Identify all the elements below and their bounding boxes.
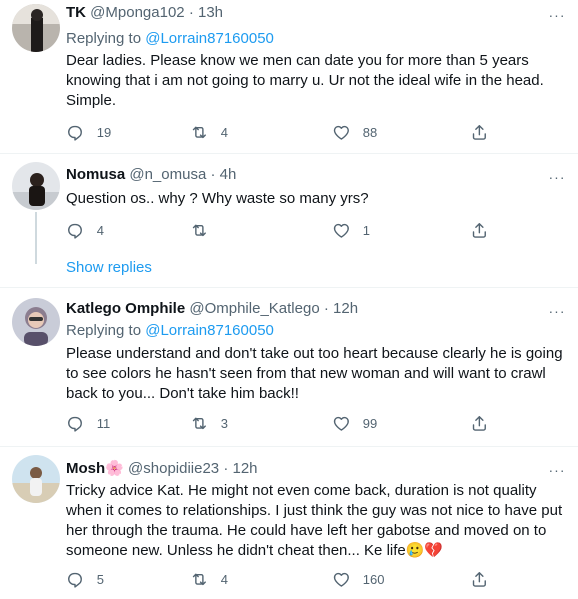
tweet-text: Dear ladies. Please know we men can date… xyxy=(66,52,544,109)
reply-button[interactable]: 11 xyxy=(66,413,110,433)
share-button[interactable] xyxy=(470,122,489,142)
like-button[interactable]: 1 xyxy=(332,220,370,240)
retweet-button[interactable] xyxy=(190,220,221,240)
share-icon xyxy=(472,415,486,431)
display-name[interactable]: Katlego Omphile xyxy=(66,300,185,317)
timestamp[interactable]: 12h xyxy=(233,460,258,477)
tweet-mosh[interactable]: Mosh🌸 @shopidiie23 · 12h ··· Tricky advi… xyxy=(0,447,578,599)
tweet-actions: 19 4 88 xyxy=(60,122,530,142)
like-button[interactable]: 160 xyxy=(332,569,384,589)
replying-to-handle[interactable]: @Lorrain87160050 xyxy=(145,30,274,47)
timestamp[interactable]: 4h xyxy=(220,166,237,183)
replying-to-label: Replying to xyxy=(66,30,142,47)
reply-icon xyxy=(68,572,82,588)
more-options-icon[interactable]: ··· xyxy=(548,8,566,28)
retweet-icon xyxy=(192,417,206,429)
tweet-text: Tricky advice Kat. He might not even com… xyxy=(66,481,566,561)
avatar[interactable] xyxy=(12,4,60,52)
thread-line xyxy=(35,212,37,264)
user-handle[interactable]: @n_omusa xyxy=(129,166,206,183)
like-button[interactable]: 88 xyxy=(332,122,377,142)
retweet-icon xyxy=(192,224,206,236)
flower-emoji: 🌸 xyxy=(105,460,124,477)
reply-icon xyxy=(68,416,82,432)
reply-button[interactable]: 4 xyxy=(66,220,104,240)
retweet-count: 4 xyxy=(220,124,228,140)
tweet-actions: 11 3 99 xyxy=(60,413,530,433)
timestamp[interactable]: 13h xyxy=(198,4,223,21)
reply-button[interactable]: 19 xyxy=(66,122,111,142)
tweet-header: Mosh🌸 @shopidiie23 · 12h xyxy=(66,459,258,477)
timestamp[interactable]: 12h xyxy=(333,300,358,317)
replying-to: Replying to @Lorrain87160050 xyxy=(66,322,274,339)
share-button[interactable] xyxy=(470,413,489,433)
user-handle[interactable]: @shopidiie23 xyxy=(128,460,219,477)
user-handle[interactable]: @Omphile_Katlego xyxy=(189,300,319,317)
user-handle[interactable]: @Mponga102 xyxy=(90,4,184,21)
avatar[interactable] xyxy=(12,455,60,503)
reply-count: 5 xyxy=(96,571,104,587)
reply-button[interactable]: 5 xyxy=(66,569,104,589)
like-count: 99 xyxy=(362,415,378,431)
more-options-icon[interactable]: ··· xyxy=(548,304,566,324)
retweet-icon xyxy=(192,126,206,138)
like-count: 1 xyxy=(362,222,370,238)
tweet-header: TK @Mponga102 · 13h xyxy=(66,4,223,21)
retweet-count: 4 xyxy=(220,571,228,587)
reply-count: 11 xyxy=(96,415,111,431)
separator-dot: · xyxy=(223,460,229,477)
retweet-button[interactable]: 4 xyxy=(190,569,228,589)
tweet-tk[interactable]: TK @Mponga102 · 13h ··· Replying to @Lor… xyxy=(0,0,578,154)
share-icon xyxy=(472,124,486,140)
retweet-icon xyxy=(192,573,206,585)
replying-to-handle[interactable]: @Lorrain87160050 xyxy=(145,322,274,339)
retweet-button[interactable]: 4 xyxy=(190,122,228,142)
avatar[interactable] xyxy=(12,162,60,210)
heart-icon xyxy=(333,125,349,140)
replying-to-label: Replying to xyxy=(66,322,142,339)
more-options-icon[interactable]: ··· xyxy=(548,170,566,190)
retweet-count: 3 xyxy=(220,415,228,431)
tweet-actions: 5 4 160 xyxy=(60,569,530,589)
tweet-actions: 4 1 xyxy=(60,220,530,240)
separator-dot: · xyxy=(210,166,216,183)
display-name[interactable]: Nomusa xyxy=(66,166,125,183)
tweet-text: Question os.. why ? Why waste so many yr… xyxy=(66,190,369,207)
like-button[interactable]: 99 xyxy=(332,413,377,433)
like-count: 160 xyxy=(362,571,385,587)
like-count: 88 xyxy=(362,124,378,140)
replying-to: Replying to @Lorrain87160050 xyxy=(66,30,274,47)
share-button[interactable] xyxy=(470,220,489,240)
display-name[interactable]: Mosh xyxy=(66,460,105,477)
tweet-katlego[interactable]: Katlego Omphile @Omphile_Katlego · 12h ·… xyxy=(0,288,578,447)
avatar[interactable] xyxy=(12,298,60,346)
reply-icon xyxy=(68,125,82,141)
tweet-header: Katlego Omphile @Omphile_Katlego · 12h xyxy=(66,300,358,317)
tweet-text: Please understand and don't take out too… xyxy=(66,345,563,402)
show-replies-link[interactable]: Show replies xyxy=(66,259,152,276)
tweet-text-content: Tricky advice Kat. He might not even com… xyxy=(66,482,563,559)
tweet-header: Nomusa @n_omusa · 4h xyxy=(66,166,236,183)
tweet-text-emoji: 🥲💔 xyxy=(405,542,444,559)
share-button[interactable] xyxy=(470,569,489,589)
reply-icon xyxy=(68,223,82,239)
reply-count: 19 xyxy=(96,124,112,140)
heart-icon xyxy=(333,572,349,587)
retweet-button[interactable]: 3 xyxy=(190,413,228,433)
separator-dot: · xyxy=(323,300,329,317)
share-icon xyxy=(472,571,486,587)
display-name[interactable]: TK xyxy=(66,4,86,21)
heart-icon xyxy=(333,416,349,431)
reply-count: 4 xyxy=(96,222,104,238)
separator-dot: · xyxy=(188,4,194,21)
tweet-nomusa[interactable]: Nomusa @n_omusa · 4h ··· Question os.. w… xyxy=(0,154,578,288)
share-icon xyxy=(472,222,486,238)
heart-icon xyxy=(333,223,349,238)
